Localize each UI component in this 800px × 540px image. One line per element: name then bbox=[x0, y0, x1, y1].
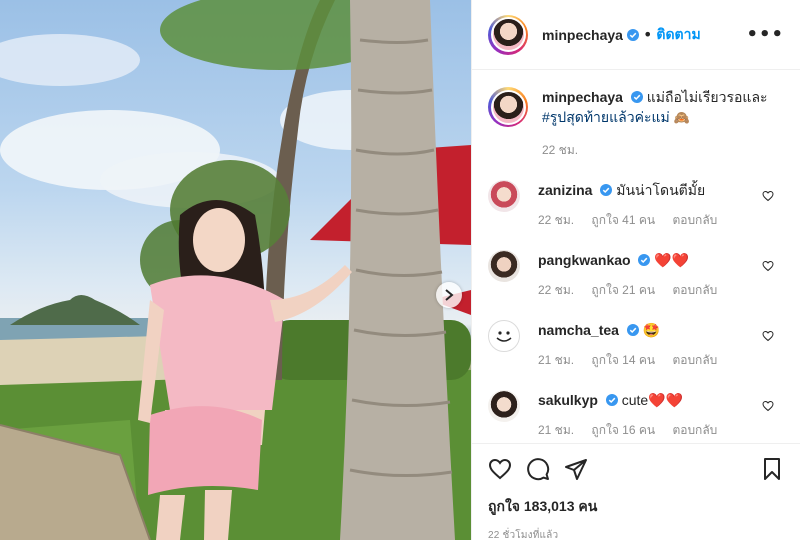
comment-item: namcha_tea 🤩 21 ชม. ถูกใจ 14 คน ตอบกลับ bbox=[488, 320, 784, 370]
likes-count[interactable]: ถูกใจ 183,013 คน bbox=[488, 496, 784, 518]
save-bookmark-icon[interactable] bbox=[760, 457, 784, 481]
author-avatar[interactable] bbox=[488, 14, 528, 55]
more-options-icon[interactable]: ••• bbox=[746, 24, 784, 45]
comment-time[interactable]: 22 ชม. bbox=[538, 283, 574, 297]
comment-text: มันน่าโดนตีมั้ย bbox=[616, 182, 706, 198]
post-timestamp[interactable]: 22 ชั่วโมงที่แล้ว bbox=[488, 528, 784, 540]
reply-button[interactable]: ตอบกลับ bbox=[672, 283, 717, 297]
verified-badge-icon bbox=[600, 184, 613, 196]
commenter-avatar[interactable] bbox=[488, 320, 520, 352]
caption-emoji: 🙈 bbox=[673, 110, 690, 125]
verified-badge-icon bbox=[630, 91, 643, 103]
author-username[interactable]: minpechaya bbox=[542, 27, 623, 43]
comment-text: 🤩 bbox=[642, 322, 661, 338]
caption-hashtag[interactable]: #รูปสุดท้ายแล้วค่ะแม่ bbox=[542, 109, 670, 125]
like-heart-icon[interactable] bbox=[488, 457, 512, 481]
smiley-avatar-icon bbox=[496, 331, 512, 342]
comment-time[interactable]: 21 ชม. bbox=[538, 423, 574, 437]
caption-author-avatar[interactable] bbox=[488, 87, 528, 127]
post-actions: ถูกใจ 183,013 คน 22 ชั่วโมงที่แล้ว bbox=[472, 443, 800, 540]
comment-likes[interactable]: ถูกใจ 21 คน bbox=[591, 283, 655, 297]
comment-bubble-icon[interactable] bbox=[526, 457, 550, 481]
comment-text: ❤️❤️ bbox=[654, 252, 690, 268]
post-header: minpechaya • ติดตาม ••• bbox=[472, 0, 800, 70]
follow-button[interactable]: ติดตาม bbox=[656, 24, 700, 46]
post-side-panel: minpechaya • ติดตาม ••• minpechaya แม่ถื… bbox=[471, 0, 800, 540]
like-comment-heart-icon[interactable] bbox=[762, 190, 774, 202]
like-comment-heart-icon[interactable] bbox=[762, 330, 774, 342]
verified-badge-icon bbox=[638, 254, 651, 266]
separator-dot: • bbox=[642, 25, 653, 44]
comment-username[interactable]: sakulkyp bbox=[538, 392, 598, 408]
commenter-avatar[interactable] bbox=[488, 250, 520, 282]
next-photo-button[interactable] bbox=[436, 282, 462, 308]
caption-time[interactable]: 22 ชม. bbox=[542, 143, 578, 157]
comment-item: zanizina มันน่าโดนตีมั้ย 22 ชม. ถูกใจ 41… bbox=[488, 180, 784, 230]
verified-badge-icon bbox=[605, 394, 618, 406]
caption-text: แม่ถือไม่เรียวรอและ bbox=[646, 89, 768, 105]
instagram-post: minpechaya • ติดตาม ••• minpechaya แม่ถื… bbox=[0, 0, 800, 540]
comment-item: pangkwankao ❤️❤️ 22 ชม. ถูกใจ 21 คน ตอบก… bbox=[488, 250, 784, 300]
like-comment-heart-icon[interactable] bbox=[762, 400, 774, 412]
comment-username[interactable]: pangkwankao bbox=[538, 252, 631, 268]
reply-button[interactable]: ตอบกลับ bbox=[672, 213, 717, 227]
chevron-right-icon bbox=[445, 289, 454, 301]
caption: minpechaya แม่ถือไม่เรียวรอและ #รูปสุดท้… bbox=[488, 87, 784, 160]
reply-button[interactable]: ตอบกลับ bbox=[672, 353, 717, 367]
comment-time[interactable]: 21 ชม. bbox=[538, 353, 574, 367]
comment-item: sakulkyp cute❤️❤️ 21 ชม. ถูกใจ 16 คน ตอบ… bbox=[488, 390, 784, 440]
beach-photo-illustration bbox=[0, 0, 471, 540]
comments-list[interactable]: minpechaya แม่ถือไม่เรียวรอและ #รูปสุดท้… bbox=[472, 71, 800, 443]
post-photo[interactable] bbox=[0, 0, 471, 540]
comment-username[interactable]: zanizina bbox=[538, 182, 592, 198]
comment-username[interactable]: namcha_tea bbox=[538, 322, 619, 338]
like-comment-heart-icon[interactable] bbox=[762, 260, 774, 272]
verified-badge-icon bbox=[626, 28, 639, 41]
share-paper-plane-icon[interactable] bbox=[564, 457, 588, 481]
commenter-avatar[interactable] bbox=[488, 390, 520, 422]
reply-button[interactable]: ตอบกลับ bbox=[672, 423, 717, 437]
commenter-avatar[interactable] bbox=[488, 180, 520, 212]
comment-likes[interactable]: ถูกใจ 16 คน bbox=[591, 423, 655, 437]
caption-username[interactable]: minpechaya bbox=[542, 89, 623, 105]
comment-likes[interactable]: ถูกใจ 41 คน bbox=[591, 213, 655, 227]
comment-time[interactable]: 22 ชม. bbox=[538, 213, 574, 227]
comment-likes[interactable]: ถูกใจ 14 คน bbox=[591, 353, 655, 367]
comment-text: cute❤️❤️ bbox=[621, 392, 684, 408]
verified-badge-icon bbox=[626, 324, 639, 336]
